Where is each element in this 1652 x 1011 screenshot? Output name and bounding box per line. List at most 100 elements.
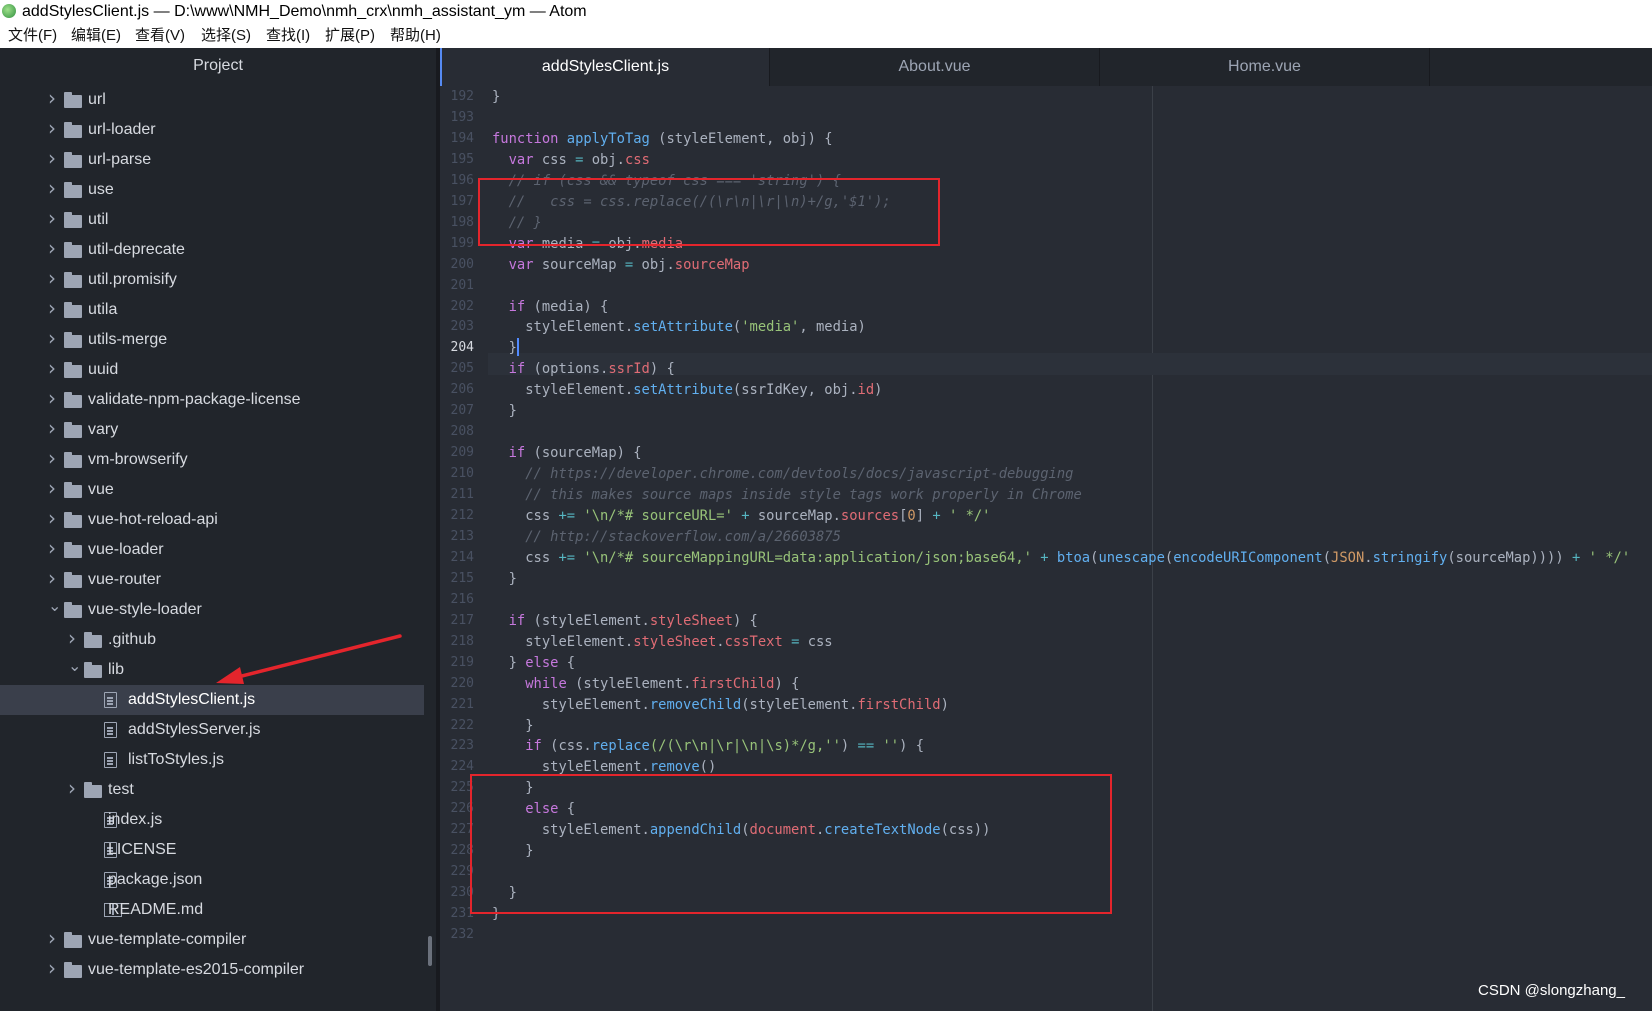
menu-find[interactable]: 查找(I) [266,24,310,48]
chevron-right-icon[interactable]: › [48,88,60,108]
chevron-right-icon[interactable]: › [48,328,60,348]
tree-folder-item[interactable]: › utila [0,295,424,325]
tree-file-item[interactable]: addStylesClient.js [0,685,424,715]
chevron-right-icon[interactable]: › [68,628,80,648]
code-editor[interactable]: 192} 193 194 function applyToTag (styleElem… [440,86,1652,1011]
line-number: 213 [450,528,474,544]
tree-folder-item[interactable]: › util.promisify [0,265,424,295]
chevron-right-icon[interactable]: › [48,508,60,528]
chevron-right-icon[interactable]: › [48,448,60,468]
chevron-right-icon[interactable]: › [68,778,80,798]
tree-folder-item[interactable]: › url [0,85,424,115]
code-line[interactable]: } [492,715,533,737]
code-token: + [932,508,941,524]
tree-folder-item[interactable]: › vm-browserify [0,445,424,475]
chevron-down-icon[interactable]: ⌄ [68,658,81,674]
line-number: 220 [450,675,474,691]
tree-folder-item[interactable]: › vary [0,415,424,445]
tree-folder-item[interactable]: › vue-router [0,565,424,595]
chevron-right-icon[interactable]: › [48,958,60,978]
tree-folder-item[interactable]: › util-deprecate [0,235,424,265]
chevron-right-icon[interactable]: › [48,268,60,288]
code-line[interactable]: if (css.replace(/(\r\n|\r|\n|\s)*/g,'') … [492,735,924,757]
code-line[interactable]: function applyToTag (styleElement, obj) … [492,128,833,150]
code-line[interactable]: } else { [492,652,575,674]
chevron-right-icon[interactable]: › [48,928,60,948]
code-token: ) { [649,361,675,378]
tree-folder-item[interactable]: › vue-template-compiler [0,925,424,955]
code-line[interactable]: } [492,86,500,108]
chevron-right-icon[interactable]: › [48,358,60,378]
chevron-right-icon[interactable]: › [48,148,60,168]
code-token: stringify [1372,549,1448,566]
menu-selection[interactable]: 选择(S) [201,24,251,48]
tree-folder-item[interactable]: › vue-hot-reload-api [0,505,424,535]
tree-folder-item[interactable]: › test [0,775,424,805]
tree-vertical-scrollbar[interactable] [428,936,432,966]
tree-folder-item[interactable]: › uuid [0,355,424,385]
chevron-right-icon[interactable]: › [48,538,60,558]
tree-folder-item[interactable]: › validate-npm-package-license [0,385,424,415]
code-line[interactable]: styleElement.setAttribute('media', media… [492,316,866,338]
tree-folder-item[interactable]: ⌄ lib [0,655,424,685]
code-token: firstChild [857,696,941,713]
chevron-right-icon[interactable]: › [48,208,60,228]
menu-view[interactable]: 查看(V) [135,24,185,48]
code-line[interactable]: css += '\n/*# sourceURL=' + sourceMap.so… [492,505,990,527]
code-line[interactable]: if (media) { [492,296,609,318]
chevron-right-icon[interactable]: › [48,178,60,198]
tree-folder-item[interactable]: › util [0,205,424,235]
menu-help[interactable]: 帮助(H) [390,24,441,48]
tree-file-item[interactable]: listToStyles.js [0,745,424,775]
tree-folder-item[interactable]: › vue-loader [0,535,424,565]
tree-file-item[interactable]: LICENSE [0,835,424,865]
chevron-right-icon[interactable]: › [48,568,60,588]
tree-folder-item[interactable]: › vue [0,475,424,505]
code-line[interactable]: styleElement.setAttribute(ssrIdKey, obj.… [492,379,882,401]
menu-edit[interactable]: 编辑(E) [71,24,121,48]
tree-item-label: package.json [108,871,203,888]
code-line[interactable]: // this makes source maps inside style t… [492,484,1082,506]
menu-packages[interactable]: 扩展(P) [325,24,375,48]
chevron-right-icon[interactable]: › [48,388,60,408]
code-line[interactable]: styleElement.removeChild(styleElement.fi… [492,694,949,716]
chevron-right-icon[interactable]: › [48,418,60,438]
code-line[interactable]: } [492,337,519,359]
chevron-right-icon[interactable]: › [48,478,60,498]
tree-file-item[interactable]: package.json [0,865,424,895]
code-line[interactable]: var sourceMap = obj.sourceMap [492,254,750,276]
code-line[interactable]: } [492,568,517,590]
code-line[interactable]: if (styleElement.styleSheet) { [492,610,758,632]
chevron-right-icon[interactable]: › [48,118,60,138]
code-line[interactable]: while (styleElement.firstChild) { [492,673,799,695]
code-line[interactable]: css += '\n/*# sourceMappingURL=data:appl… [492,547,1630,569]
code-line[interactable]: if (options.ssrId) { [492,358,675,380]
tree-folder-item[interactable]: › url-parse [0,145,424,175]
line-number: 201 [450,277,474,293]
chevron-right-icon[interactable]: › [48,298,60,318]
tree-file-item[interactable]: README.md [0,895,424,925]
code-line[interactable]: // https://developer.chrome.com/devtools… [492,463,1073,485]
tree-folder-item[interactable]: › .github [0,625,424,655]
tree-folder-item[interactable]: › vue-template-es2015-compiler [0,955,424,985]
code-line[interactable]: // http://stackoverflow.com/a/26603875 [492,526,841,548]
chevron-down-icon[interactable]: ⌄ [48,598,61,614]
tree-file-item[interactable]: index.js [0,805,424,835]
tab-addstylesclient[interactable]: addStylesClient.js [440,48,770,86]
tree-folder-item[interactable]: › utils-merge [0,325,424,355]
chevron-right-icon[interactable]: › [48,238,60,258]
tree-file-item[interactable]: addStylesServer.js [0,715,424,745]
code-line[interactable]: } [492,400,517,422]
code-token: (styleElement, obj) { [649,130,833,147]
tree-folder-item[interactable]: › use [0,175,424,205]
code-line[interactable]: if (sourceMap) { [492,442,642,464]
code-line[interactable]: styleElement.styleSheet.cssText = css [492,631,832,653]
tree-folder-item[interactable]: › url-loader [0,115,424,145]
tab-about-vue[interactable]: About.vue [770,48,1100,86]
tab-home-vue[interactable]: Home.vue [1100,48,1430,86]
menu-file[interactable]: 文件(F) [8,24,57,48]
tree-folder-item[interactable]: ⌄ vue-style-loader [0,595,424,625]
code-line[interactable]: var css = obj.css [492,149,650,171]
